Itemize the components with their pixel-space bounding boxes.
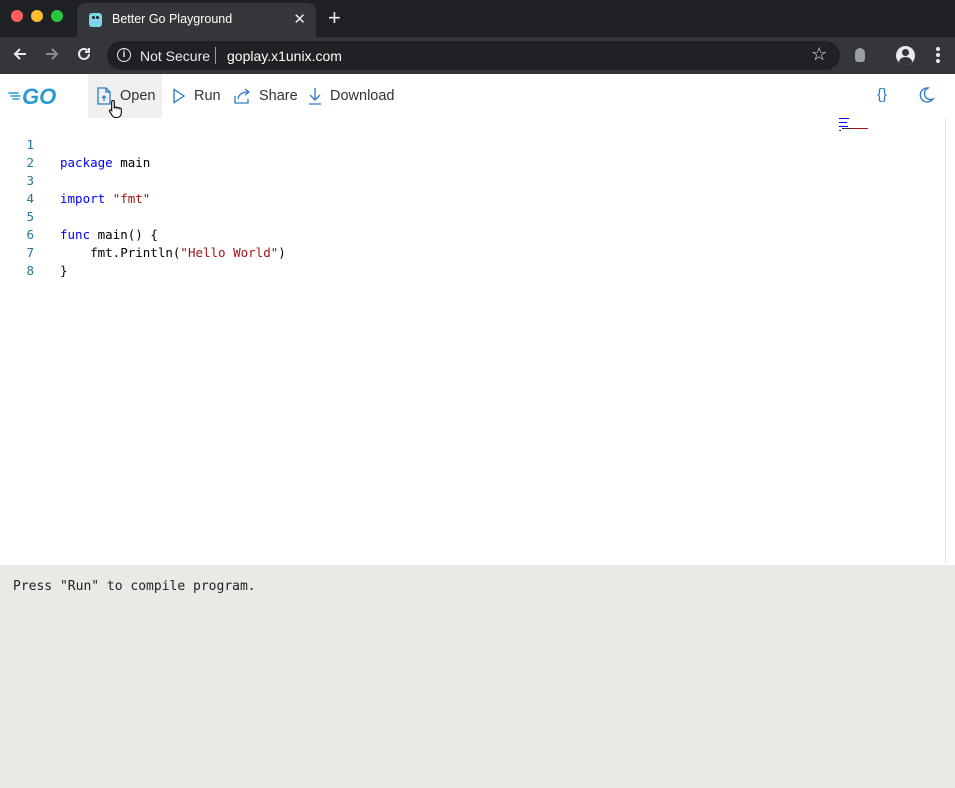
code-text: } xyxy=(60,263,68,278)
address-divider xyxy=(215,47,216,64)
code-line[interactable]: 3 import "fmt" xyxy=(0,154,830,206)
run-button[interactable]: Run xyxy=(172,74,221,118)
code-line[interactable]: 8 xyxy=(0,244,830,278)
security-label[interactable]: Not Secure xyxy=(140,48,210,64)
back-arrow-icon[interactable] xyxy=(10,45,30,65)
code-line[interactable]: 4 xyxy=(0,172,830,206)
bookmark-star-icon[interactable]: ☆ xyxy=(811,44,827,65)
tab-close-icon[interactable]: ✕ xyxy=(293,10,306,28)
output-message: Press "Run" to compile program. xyxy=(13,579,256,594)
info-icon[interactable]: i xyxy=(117,48,131,62)
app-toolbar: GO Open Run Share Download {} xyxy=(0,74,955,118)
code-line[interactable]: 1 package main xyxy=(0,118,830,170)
code-line[interactable]: 7 } xyxy=(0,226,830,278)
open-button[interactable]: Open xyxy=(88,74,162,118)
new-tab-button[interactable]: + xyxy=(328,6,341,30)
format-code-button[interactable]: {} xyxy=(877,86,887,103)
profile-avatar-icon[interactable] xyxy=(896,46,915,65)
share-icon xyxy=(233,88,251,104)
hand-pointer-cursor-icon xyxy=(108,99,124,124)
download-button[interactable]: Download xyxy=(308,74,395,118)
extension-icon[interactable] xyxy=(855,48,865,62)
gopher-favicon-icon xyxy=(89,13,102,27)
code-minimap[interactable] xyxy=(838,118,878,138)
browser-tab[interactable]: Better Go Playground ✕ xyxy=(77,3,316,37)
line-number: 8 xyxy=(26,263,34,278)
share-label: Share xyxy=(259,88,298,104)
forward-arrow-icon[interactable] xyxy=(42,45,62,65)
go-logo[interactable]: GO xyxy=(8,84,66,112)
reload-icon[interactable] xyxy=(74,45,94,65)
code-line[interactable]: 2 xyxy=(0,136,830,170)
minimize-window-button[interactable] xyxy=(31,10,43,22)
url-text[interactable]: goplay.x1unix.com xyxy=(227,48,342,64)
code-line[interactable]: 6 fmt.Println("Hello World") xyxy=(0,208,830,260)
svg-text:GO: GO xyxy=(22,85,56,107)
play-icon xyxy=(172,88,186,104)
dark-mode-moon-icon[interactable] xyxy=(917,86,935,108)
share-button[interactable]: Share xyxy=(233,74,298,118)
maximize-window-button[interactable] xyxy=(51,10,63,22)
download-icon xyxy=(308,87,322,105)
browser-tabbar: Better Go Playground ✕ + xyxy=(0,0,955,37)
tab-title: Better Go Playground xyxy=(112,12,233,26)
close-window-button[interactable] xyxy=(11,10,23,22)
download-label: Download xyxy=(330,88,395,104)
editor-scrollbar[interactable] xyxy=(945,118,946,565)
browser-menu-icon[interactable] xyxy=(936,47,940,65)
code-editor[interactable]: 1 package main 2 3 import "fmt" 4 5 func… xyxy=(0,118,955,565)
code-line[interactable]: 5 func main() { xyxy=(0,190,830,242)
browser-navbar: i Not Secure goplay.x1unix.com ☆ xyxy=(0,37,955,74)
open-label: Open xyxy=(120,88,156,104)
run-label: Run xyxy=(194,88,221,104)
output-panel: Press "Run" to compile program. xyxy=(0,565,955,788)
address-bar[interactable]: i Not Secure goplay.x1unix.com ☆ xyxy=(107,41,840,70)
